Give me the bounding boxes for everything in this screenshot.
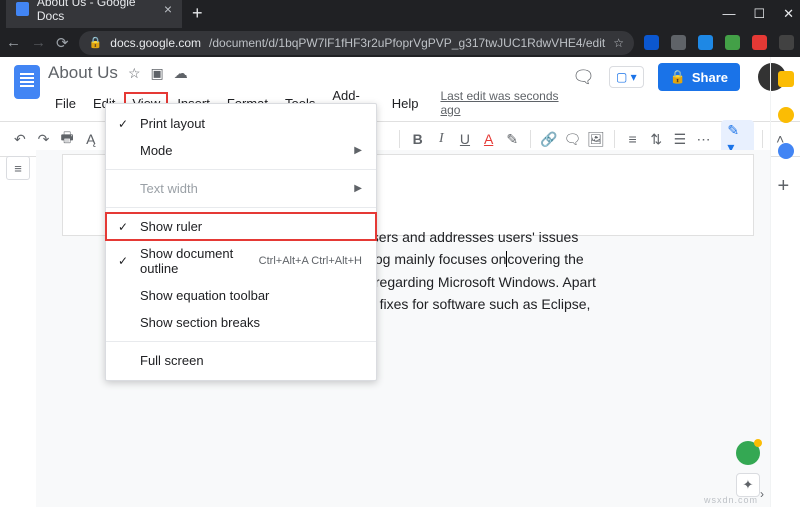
lock-icon: 🔒 <box>89 36 103 49</box>
menu-show-equation-toolbar[interactable]: Show equation toolbar <box>106 282 376 309</box>
line-spacing-icon[interactable]: ⇅ <box>646 131 666 148</box>
menu-show-section-breaks[interactable]: Show section breaks <box>106 309 376 336</box>
extension-icon[interactable] <box>752 35 767 50</box>
horizontal-scroll-icon[interactable]: › <box>760 487 764 501</box>
extension-icon[interactable] <box>644 35 659 50</box>
browser-tab[interactable]: About Us - Google Docs × <box>6 0 182 28</box>
address-bar[interactable]: 🔒 docs.google.com/document/d/1bqPW7lF1fH… <box>79 31 634 55</box>
spellcheck-icon[interactable]: Ą <box>81 131 101 147</box>
tab-title: About Us - Google Docs <box>37 0 156 23</box>
forward-icon[interactable]: → <box>31 34 46 51</box>
menu-mode[interactable]: Mode ▶ <box>106 137 376 164</box>
redo-icon[interactable]: ↷ <box>34 131 54 148</box>
bookmark-icon[interactable]: ☆ <box>613 36 624 50</box>
insert-link-icon[interactable]: 🔗 <box>539 131 559 148</box>
extension-icon[interactable] <box>671 35 686 50</box>
check-icon: ✓ <box>116 254 130 268</box>
window-close-icon[interactable]: ✕ <box>783 6 794 22</box>
undo-icon[interactable]: ↶ <box>10 131 30 148</box>
share-label: Share <box>692 70 728 85</box>
add-addon-icon[interactable]: + <box>778 179 794 193</box>
align-icon[interactable]: ≡ <box>623 131 643 147</box>
close-tab-icon[interactable]: × <box>164 2 172 16</box>
document-title[interactable]: About Us <box>48 63 118 83</box>
menu-help[interactable]: Help <box>385 93 426 114</box>
lock-icon: 🔒 <box>670 69 686 85</box>
extension-icon[interactable] <box>698 35 713 50</box>
reload-icon[interactable]: ⟳ <box>56 34 69 52</box>
underline-icon[interactable]: U <box>455 131 475 147</box>
url-path: /document/d/1bqPW7lF1fHF3r2uPfoprVgPVP_g… <box>209 36 605 50</box>
document-body-text[interactable]: users and addresses users' issues blog m… <box>364 226 734 316</box>
menu-print-layout[interactable]: ✓ Print layout <box>106 110 376 137</box>
menu-show-outline[interactable]: ✓ Show document outline Ctrl+Alt+A Ctrl+… <box>106 240 376 282</box>
side-panel: + <box>770 57 800 507</box>
bold-icon[interactable]: B <box>408 131 428 147</box>
calendar-addon-icon[interactable] <box>778 71 794 87</box>
new-tab-button[interactable]: + <box>192 3 203 24</box>
menu-show-ruler[interactable]: ✓ Show ruler <box>106 213 376 240</box>
italic-icon[interactable]: I <box>432 131 452 147</box>
submenu-arrow-icon: ▶ <box>354 145 362 156</box>
last-edit-link[interactable]: Last edit was seconds ago <box>440 89 564 117</box>
submenu-arrow-icon: ▶ <box>354 183 362 194</box>
share-button[interactable]: 🔒 Share <box>658 63 740 91</box>
print-icon[interactable]: 🖶 <box>57 127 77 151</box>
back-icon[interactable]: ← <box>6 34 21 51</box>
tasks-addon-icon[interactable] <box>778 143 794 159</box>
menu-file[interactable]: File <box>48 93 83 114</box>
highlight-icon[interactable]: ✎ <box>502 131 522 148</box>
url-host: docs.google.com <box>110 36 201 50</box>
extension-icon[interactable] <box>725 35 740 50</box>
view-menu-dropdown: ✓ Print layout Mode ▶ Text width ▶ ✓ Sho… <box>105 103 377 381</box>
comment-history-icon[interactable]: 🗨 <box>572 67 595 88</box>
menu-text-width[interactable]: Text width ▶ <box>106 175 376 202</box>
keep-addon-icon[interactable] <box>778 107 794 123</box>
watermark: wsxdn.com <box>704 495 758 505</box>
explore-icon[interactable]: ✦ <box>736 473 760 497</box>
text-color-icon[interactable]: A <box>479 131 499 147</box>
present-button[interactable]: ▢ ▾ <box>609 66 644 88</box>
check-icon: ✓ <box>116 220 130 234</box>
cloud-status-icon[interactable]: ☁ <box>174 65 188 82</box>
window-maximize-icon[interactable]: ☐ <box>753 6 765 22</box>
star-icon[interactable]: ☆ <box>128 65 141 82</box>
docs-favicon <box>16 2 29 16</box>
window-minimize-icon[interactable]: — <box>722 6 735 22</box>
add-comment-icon[interactable]: 🗨 <box>563 131 583 148</box>
insert-image-icon[interactable]: 🖼 <box>586 131 606 148</box>
grammarly-icon[interactable] <box>736 441 760 465</box>
docs-logo-icon[interactable] <box>14 65 40 99</box>
list-icon[interactable]: ☰ <box>670 131 690 148</box>
menu-full-screen[interactable]: Full screen <box>106 347 376 374</box>
outline-toggle-icon[interactable]: ≡ <box>6 156 30 180</box>
move-icon[interactable]: ▣ <box>151 65 164 82</box>
extensions-menu-icon[interactable] <box>779 35 794 50</box>
more-icon[interactable]: ⋯ <box>694 131 714 148</box>
check-icon: ✓ <box>116 117 130 131</box>
